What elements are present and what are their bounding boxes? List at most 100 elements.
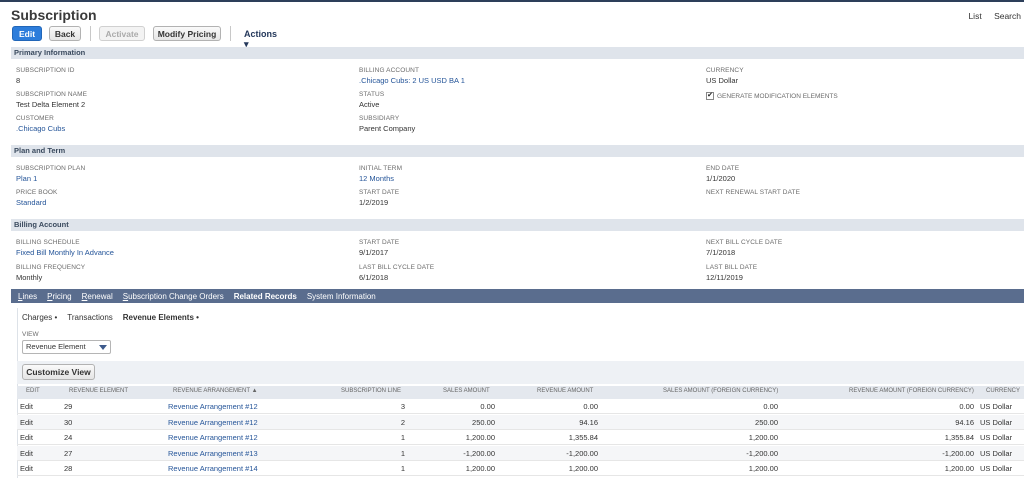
sales-amount-cell: 250.00: [472, 418, 495, 427]
sales-amount-cell: 0.00: [480, 402, 495, 411]
subsidiary-field: SUBSIDIARY Parent Company: [359, 115, 415, 133]
revenue-arrangement-link[interactable]: Revenue Arrangement #14: [168, 461, 258, 476]
initial-term-link[interactable]: 12 Months: [359, 174, 402, 183]
tab-pricing[interactable]: Pricing: [47, 292, 71, 301]
subscription-plan-field: SUBSCRIPTION PLAN Plan 1: [16, 165, 85, 183]
sales-amount-cell: 1,200.00: [465, 433, 495, 442]
revenue-amount-foreign-cell: 1,355.84: [944, 433, 974, 442]
field-label: CUSTOMER: [16, 115, 54, 122]
field-label: LAST BILL DATE: [706, 264, 758, 271]
subtab-revenue-elements[interactable]: Revenue Elements •: [123, 313, 199, 322]
tab-subscription-change-orders[interactable]: Subscription Change Orders: [123, 292, 224, 301]
edit-link[interactable]: Edit: [20, 399, 33, 414]
billing-account-header[interactable]: Billing Account: [11, 219, 1024, 231]
field-label: BILLING FREQUENCY: [16, 264, 86, 271]
revenue-amount-foreign-cell: -1,200.00: [942, 449, 974, 458]
field-label: SUBSIDIARY: [359, 115, 400, 122]
customer-link[interactable]: .Chicago Cubs: [16, 124, 65, 133]
view-label: VIEW: [22, 331, 39, 338]
last-bill-cycle-value: 6/1/2018: [359, 273, 389, 282]
sales-amount-foreign-cell: 1,200.00: [748, 433, 778, 442]
subtab-transactions[interactable]: Transactions: [67, 313, 113, 322]
next-bill-cycle-field: NEXT BILL CYCLE DATE 7/1/2018: [706, 239, 782, 257]
col-currency[interactable]: CURRENCY: [986, 388, 1020, 394]
customize-view-button[interactable]: Customize View: [22, 364, 95, 380]
sales-amount-foreign-cell: -1,200.00: [746, 449, 778, 458]
field-label: CURRENCY: [706, 67, 744, 74]
col-subscription-line[interactable]: SUBSCRIPTION LINE: [341, 388, 401, 394]
edit-button[interactable]: Edit: [12, 26, 42, 41]
revenue-element-cell: 24: [64, 433, 73, 442]
activate-button[interactable]: Activate: [99, 26, 145, 41]
subscription-line-cell: 1: [400, 449, 405, 458]
currency-cell: US Dollar: [980, 402, 1013, 411]
table-row: Edit 29 Revenue Arrangement #12 3 0.00 0…: [17, 399, 1024, 414]
sales-amount-cell: -1,200.00: [463, 449, 495, 458]
last-bill-date-value: 12/11/2019: [706, 273, 743, 282]
initial-term-field: INITIAL TERM 12 Months: [359, 165, 402, 183]
back-button[interactable]: Back: [49, 26, 81, 41]
table-row: Edit 27 Revenue Arrangement #13 1 -1,200…: [17, 446, 1024, 461]
revenue-arrangement-link[interactable]: Revenue Arrangement #12: [168, 399, 258, 414]
subscription-line-cell: 3: [400, 402, 405, 411]
billing-account-link[interactable]: .Chicago Cubs: 2 US USD BA 1: [359, 76, 465, 85]
end-date-field: END DATE 1/1/2020: [706, 165, 739, 183]
list-link[interactable]: List: [968, 11, 981, 21]
price-book-link[interactable]: Standard: [16, 198, 57, 207]
subtab-charges[interactable]: Charges •: [22, 313, 57, 322]
revenue-arrangement-link[interactable]: Revenue Arrangement #13: [168, 446, 258, 461]
billing-schedule-link[interactable]: Fixed Bill Monthly In Advance: [16, 248, 114, 257]
modify-pricing-button[interactable]: Modify Pricing: [153, 26, 221, 41]
revenue-arrangement-link[interactable]: Revenue Arrangement #12: [168, 430, 258, 445]
revenue-element-cell: 27: [64, 449, 73, 458]
tab-renewal[interactable]: Renewal: [82, 292, 113, 301]
next-renewal-field: NEXT RENEWAL START DATE: [706, 189, 800, 196]
col-revenue-amount-foreign[interactable]: REVENUE AMOUNT (FOREIGN CURRENCY): [849, 388, 974, 394]
billing-start-date-field: START DATE 9/1/2017: [359, 239, 399, 257]
chevron-down-icon: [99, 345, 107, 350]
subscription-plan-link[interactable]: Plan 1: [16, 174, 85, 183]
revenue-amount-cell: 1,355.84: [568, 433, 598, 442]
plan-and-term-header[interactable]: Plan and Term: [11, 145, 1024, 157]
view-select[interactable]: Revenue Element: [22, 340, 111, 354]
field-label: LAST BILL CYCLE DATE: [359, 264, 435, 271]
tab-system-information[interactable]: System Information: [307, 292, 376, 301]
tab-lines[interactable]: Lines: [18, 292, 37, 301]
subscription-id-value: 8: [16, 76, 21, 85]
col-edit[interactable]: EDIT: [26, 388, 40, 394]
col-revenue-element[interactable]: REVENUE ELEMENT: [69, 388, 128, 394]
field-label: BILLING SCHEDULE: [16, 239, 80, 246]
search-link[interactable]: Search: [994, 11, 1021, 21]
field-label: PRICE BOOK: [16, 189, 58, 196]
subscription-line-cell: 1: [400, 433, 405, 442]
col-revenue-arrangement[interactable]: REVENUE ARRANGEMENT ▲: [173, 388, 258, 394]
currency-cell: US Dollar: [980, 464, 1013, 473]
col-revenue-amount[interactable]: REVENUE AMOUNT: [537, 388, 593, 394]
currency-field: CURRENCY US Dollar: [706, 67, 744, 85]
revenue-amount-foreign-cell: 1,200.00: [944, 464, 974, 473]
next-bill-cycle-value: 7/1/2018: [706, 248, 736, 257]
generate-modification-checkbox[interactable]: ✔: [706, 92, 714, 100]
subscription-name-value: Test Delta Element 2: [16, 100, 86, 109]
tab-related-records[interactable]: Related Records: [234, 292, 297, 301]
field-label: NEXT RENEWAL START DATE: [706, 189, 801, 196]
sales-amount-foreign-cell: 250.00: [755, 418, 778, 427]
currency-cell: US Dollar: [980, 418, 1013, 427]
edit-link[interactable]: Edit: [20, 430, 33, 445]
table-row: Edit 30 Revenue Arrangement #12 2 250.00…: [17, 415, 1024, 430]
revenue-arrangement-link[interactable]: Revenue Arrangement #12: [168, 415, 258, 430]
edit-link[interactable]: Edit: [20, 461, 33, 476]
primary-information-header[interactable]: Primary Information: [11, 47, 1024, 59]
subscription-line-cell: 2: [400, 418, 405, 427]
start-date-value: 1/2/2019: [359, 198, 389, 207]
edit-link[interactable]: Edit: [20, 415, 33, 430]
generate-modification-label: GENERATE MODIFICATION ELEMENTS: [717, 92, 838, 100]
billing-frequency-value: Monthly: [16, 273, 43, 282]
revenue-element-cell: 29: [64, 402, 73, 411]
edit-link[interactable]: Edit: [20, 446, 33, 461]
col-sales-amount-foreign[interactable]: SALES AMOUNT (FOREIGN CURRENCY): [663, 388, 778, 394]
last-bill-date-field: LAST BILL DATE 12/11/2019: [706, 264, 757, 282]
revenue-element-cell: 28: [64, 464, 73, 473]
top-border: [0, 0, 1024, 2]
col-sales-amount[interactable]: SALES AMOUNT: [443, 388, 490, 394]
